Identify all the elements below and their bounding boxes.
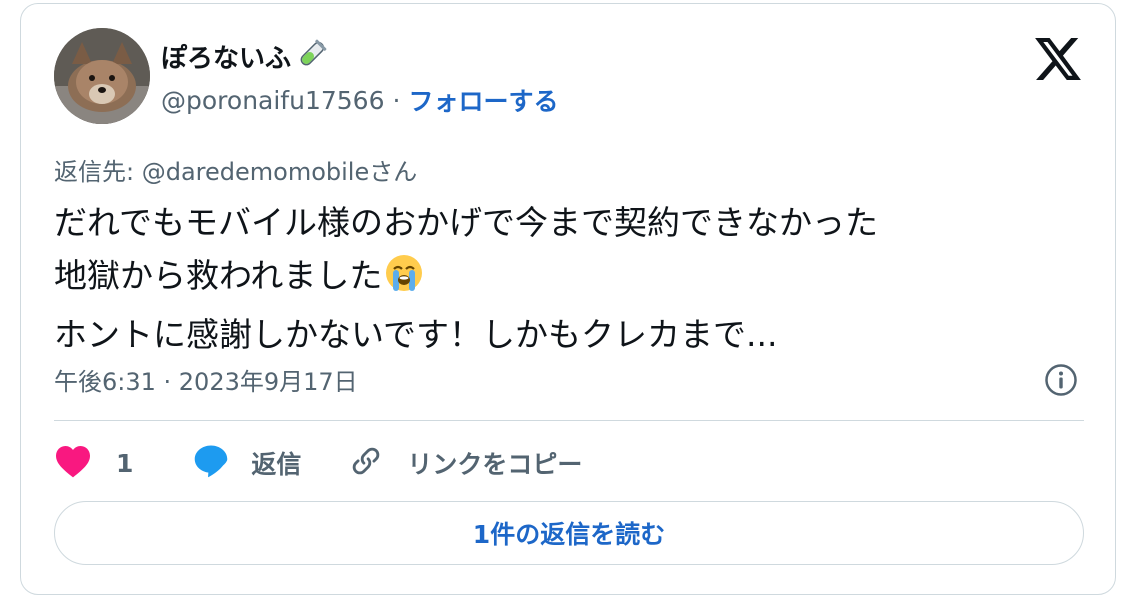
like-count: 1 [116, 448, 134, 478]
tweet-embed-card: ぽろないふ @poronaifu17566 · フォローする 返信先: @dar… [20, 3, 1116, 595]
reply-button[interactable]: 返信 [193, 444, 301, 482]
author-handle[interactable]: @poronaifu17566 [161, 86, 384, 115]
info-icon[interactable] [1043, 362, 1079, 398]
heart-icon [54, 444, 92, 482]
loudly-crying-face-icon [384, 253, 424, 308]
avatar-fox-image [54, 28, 150, 124]
author-handle-row: @poronaifu17566 · フォローする [161, 82, 558, 118]
tweet-actions: 1 返信 リンクをコピー [54, 440, 582, 486]
tweet-line-3: ホントに感謝しかないです！しかもクレカまで... [54, 315, 778, 354]
x-logo-icon[interactable] [1035, 38, 1081, 80]
follow-button[interactable]: フォローする [408, 82, 558, 118]
reply-label: 返信 [251, 450, 302, 479]
tweet-timestamp[interactable]: 午後6:31 · 2023年9月17日 [54, 362, 358, 397]
reply-bubble-icon [193, 444, 229, 482]
copy-link-button[interactable]: リンクをコピー [349, 444, 582, 482]
tweet-text: だれでもモバイル様のおかげで今まで契約できなかった 地獄から救われました ホント… [54, 196, 1094, 361]
divider [54, 420, 1084, 421]
display-name[interactable]: ぽろないふ [161, 38, 291, 75]
author-name-row: ぽろないふ [161, 38, 327, 74]
like-button[interactable]: 1 [54, 444, 133, 482]
link-icon [349, 444, 383, 482]
copy-link-label: リンクをコピー [407, 450, 583, 479]
separator-dot: · [392, 85, 401, 115]
read-replies-button[interactable]: 1件の返信を読む [54, 501, 1084, 565]
tweet-line-1: だれでもモバイル様のおかげで今まで契約できなかった [54, 203, 879, 242]
avatar[interactable] [54, 28, 150, 124]
reply-to-text[interactable]: 返信先: @daredemomobileさん [54, 152, 417, 187]
test-tube-icon [297, 39, 327, 73]
tweet-line-2-wrap: 地獄から救われました [54, 249, 1094, 308]
tweet-line-2: 地獄から救われました [54, 256, 383, 295]
